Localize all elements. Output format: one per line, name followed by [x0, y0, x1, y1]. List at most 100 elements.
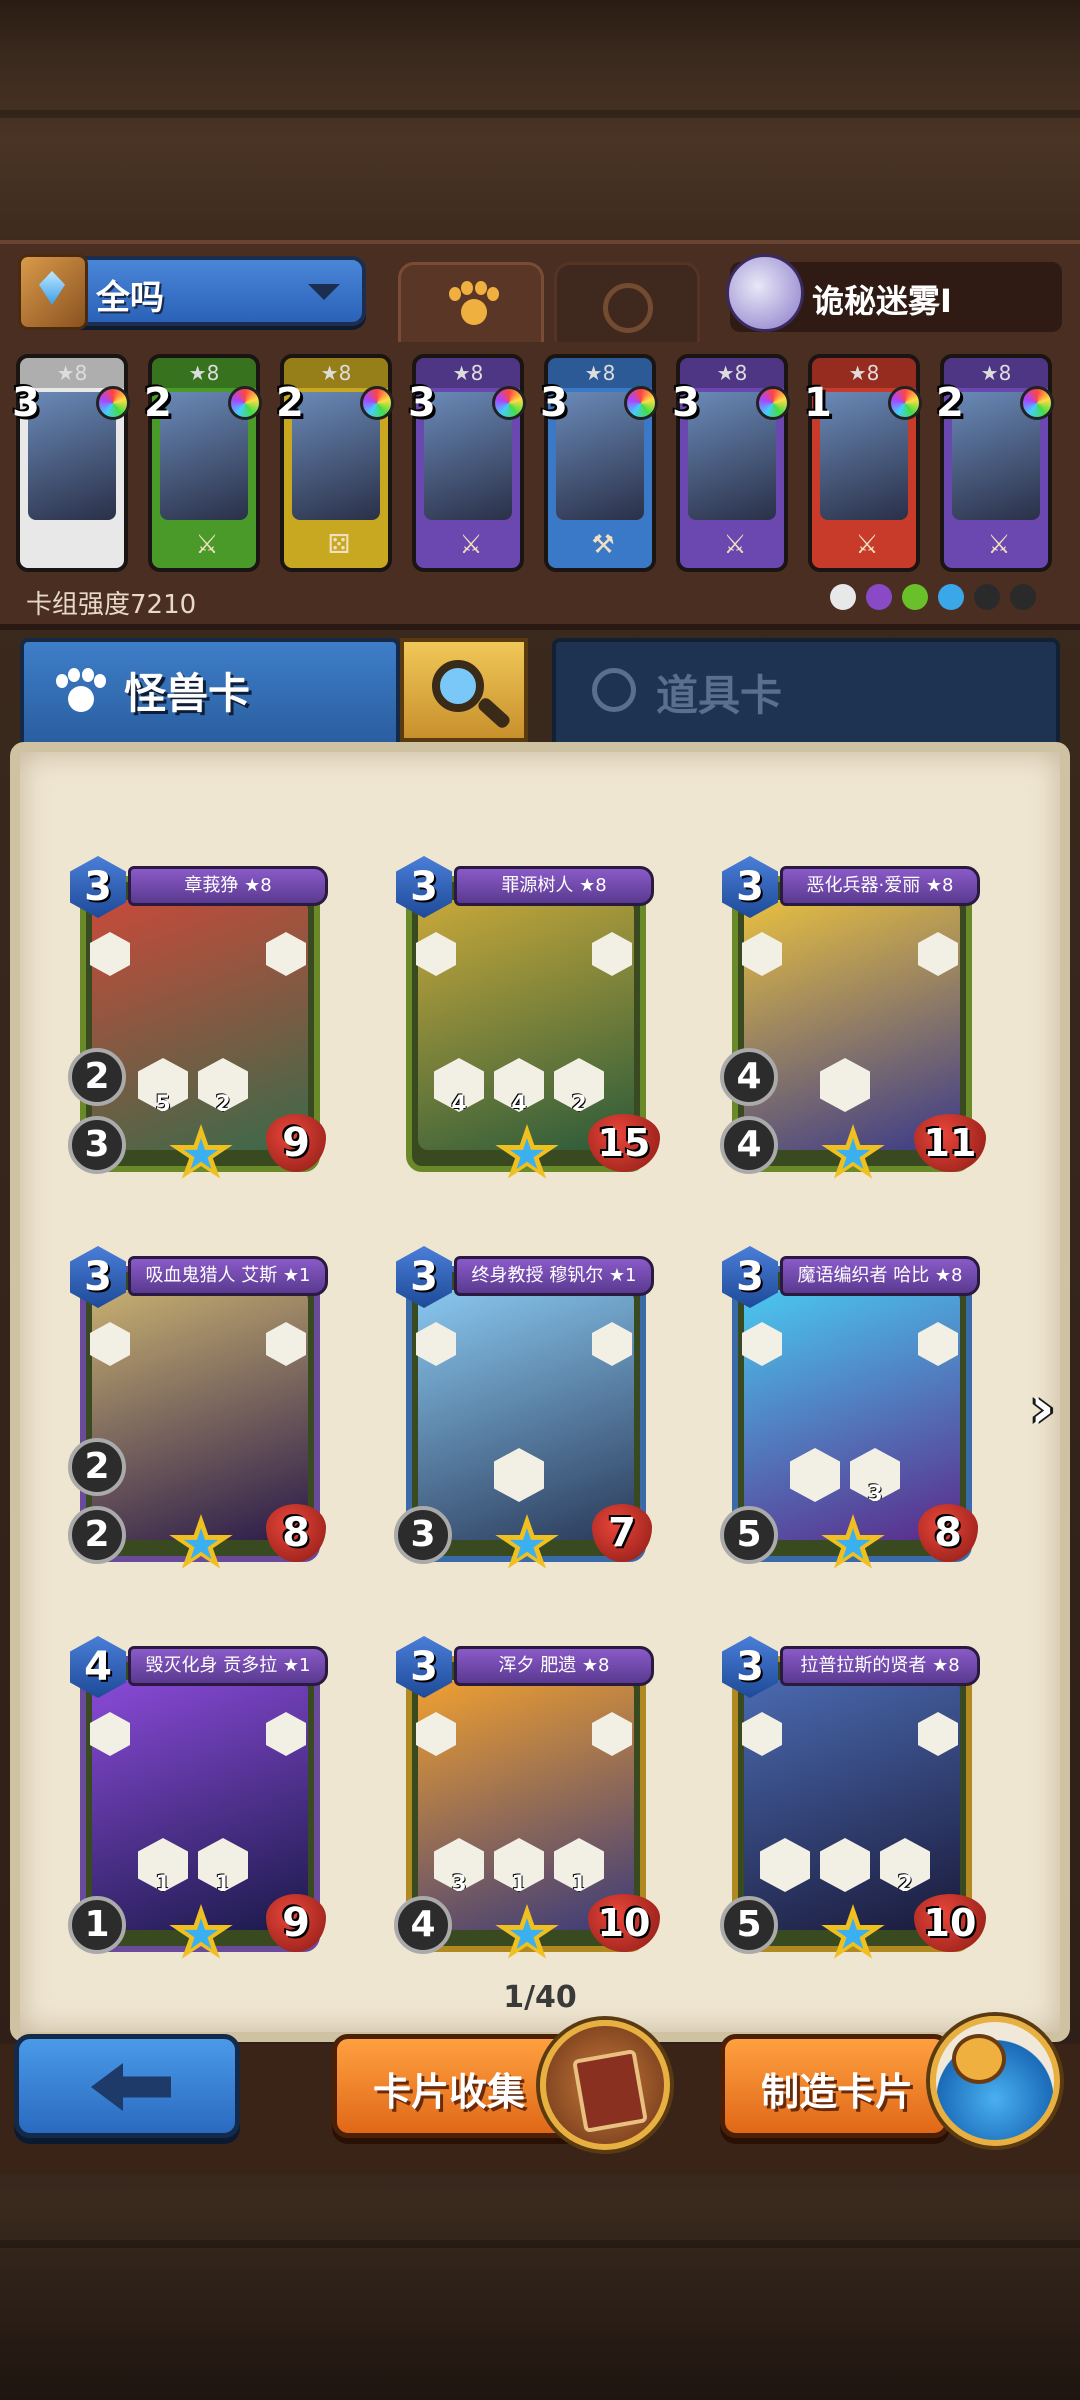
weapon-icon: ⚔ [855, 530, 879, 560]
rainbow-gem-icon [1020, 386, 1054, 420]
tab-monster-deck[interactable] [398, 262, 544, 342]
faction-dot-icon [866, 584, 892, 610]
card-art [744, 1290, 960, 1540]
monster-card[interactable]: 终身教授 穆钒尔 ★1 3 73 [394, 1242, 654, 1582]
deck-card[interactable]: ★8 1 ⚔ [804, 354, 922, 572]
tab-monster-cards[interactable]: 怪兽卡 [20, 638, 400, 742]
deck-card-cost: 3 [672, 380, 700, 426]
card-art [418, 1680, 634, 1930]
card-art [92, 1680, 308, 1930]
card-collection-icon[interactable] [540, 2020, 670, 2150]
rainbow-gem-icon [888, 386, 922, 420]
card-health: 10 [588, 1894, 660, 1952]
faction-dot-icon [938, 584, 964, 610]
card-attack: 5 [720, 1896, 778, 1954]
card-art [744, 1680, 960, 1930]
rainbow-gem-icon [492, 386, 526, 420]
next-page-arrow[interactable]: › [1030, 1378, 1066, 1440]
card-art [418, 900, 634, 1150]
paw-icon [447, 281, 499, 331]
deck-strength: 卡组强度7210 [26, 590, 197, 620]
faction-dot-icon [902, 584, 928, 610]
deck-card[interactable]: ★8 3 [12, 354, 130, 572]
opponent-info[interactable]: 诡秘迷雾Ⅰ [726, 254, 1062, 332]
potion-icon [603, 283, 653, 333]
card-attack: 3 [394, 1506, 452, 1564]
card-collection-label: 卡片收集 [373, 2070, 526, 2114]
weapon-icon: ⚔ [723, 530, 747, 560]
opponent-name: 诡秘迷雾Ⅰ [812, 282, 952, 320]
deck-card-cost: 1 [804, 380, 832, 426]
monster-card[interactable]: 浑夕 肥遗 ★8 3 10 4 3 1 1 [394, 1632, 660, 1972]
card-name: 罪源树人 ★8 [454, 866, 654, 906]
tab-item-label: 道具卡 [656, 671, 783, 720]
deck-card-cost: 2 [144, 380, 172, 426]
monster-card[interactable]: 恶化兵器·爱丽 ★8 3 11 4 4 [720, 852, 986, 1192]
card-art [744, 900, 960, 1150]
wood-plank-line [0, 2240, 1080, 2248]
card-dice-value: 4 [720, 1048, 778, 1106]
back-button[interactable] [14, 2034, 240, 2138]
deck-card[interactable]: ★8 3 ⚒ [540, 354, 658, 572]
page-indicator: 1/40 [503, 1980, 577, 2015]
search-icon-handle [475, 695, 513, 731]
card-attack: 2 [68, 1506, 126, 1564]
weapon-icon: ⚄ [327, 530, 351, 560]
card-health: 15 [588, 1114, 660, 1172]
monster-card[interactable]: 魔语编织者 哈比 ★8 3 853 [720, 1242, 980, 1582]
card-name: 恶化兵器·爱丽 ★8 [780, 866, 980, 906]
opponent-avatar [726, 254, 804, 332]
weapon-icon: ⚔ [987, 530, 1011, 560]
craft-card-button[interactable]: 制造卡片 [720, 2034, 950, 2138]
wood-plank-line [0, 110, 1080, 118]
deck-card[interactable]: ★8 3 ⚔ [672, 354, 790, 572]
rainbow-gem-icon [96, 386, 130, 420]
deck-card-cost: 2 [276, 380, 304, 426]
rainbow-gem-icon [360, 386, 394, 420]
paw-icon [54, 668, 106, 718]
deck-card-cost: 3 [540, 380, 568, 426]
card-health: 11 [914, 1114, 986, 1172]
rainbow-gem-icon [624, 386, 658, 420]
deck-card-cost: 3 [408, 380, 436, 426]
card-attack: 4 [394, 1896, 452, 1954]
monster-card[interactable]: 毁灭化身 贡多拉 ★1 4 9111 [68, 1632, 328, 1972]
card-name: 拉普拉斯的贤者 ★8 [780, 1646, 980, 1686]
weapon-icon: ⚔ [195, 530, 219, 560]
tab-item-cards[interactable]: 道具卡 [552, 638, 1060, 742]
search-button[interactable] [400, 638, 528, 742]
card-name: 浑夕 肥遗 ★8 [454, 1646, 654, 1686]
rainbow-gem-icon [756, 386, 790, 420]
deck-card-cost: 3 [12, 380, 40, 426]
tab-monster-label: 怪兽卡 [124, 669, 251, 718]
card-art [92, 900, 308, 1150]
deck-selector[interactable]: 全吗 [18, 254, 366, 330]
card-art [418, 1290, 634, 1540]
card-attack: 3 [68, 1116, 126, 1174]
tab-item-deck[interactable] [554, 262, 700, 342]
monster-card[interactable]: 罪源树人 ★8 3 15 4 4 2 [394, 852, 660, 1192]
monster-card[interactable]: 章莪狰 ★8 3 93252 [68, 852, 328, 1192]
card-attack: 1 [68, 1896, 126, 1954]
weapon-icon [60, 530, 90, 560]
card-name: 吸血鬼猎人 艾斯 ★1 [128, 1256, 328, 1296]
craft-potion-icon[interactable] [930, 2016, 1060, 2146]
faction-dot-icon [830, 584, 856, 610]
monster-card[interactable]: 吸血鬼猎人 艾斯 ★1 3 822 [68, 1242, 328, 1582]
monster-card[interactable]: 拉普拉斯的贤者 ★8 3 10 5 2 [720, 1632, 986, 1972]
deck-card[interactable]: ★8 2 ⚄ [276, 354, 394, 572]
card-name: 魔语编织者 哈比 ★8 [780, 1256, 980, 1296]
chevron-down-icon [308, 284, 340, 300]
card-art [92, 1290, 308, 1540]
faction-dot-icon [974, 584, 1000, 610]
deck-card[interactable]: ★8 2 ⚔ [144, 354, 262, 572]
deck-card[interactable]: ★8 2 ⚔ [936, 354, 1054, 572]
deck-card-cost: 2 [936, 380, 964, 426]
card-health: 10 [914, 1894, 986, 1952]
deck-book-icon [18, 254, 88, 330]
card-name: 章莪狰 ★8 [128, 866, 328, 906]
card-name: 终身教授 穆钒尔 ★1 [454, 1256, 654, 1296]
deck-card[interactable]: ★8 3 ⚔ [408, 354, 526, 572]
search-icon [432, 660, 484, 712]
craft-card-label: 制造卡片 [761, 2070, 914, 2114]
